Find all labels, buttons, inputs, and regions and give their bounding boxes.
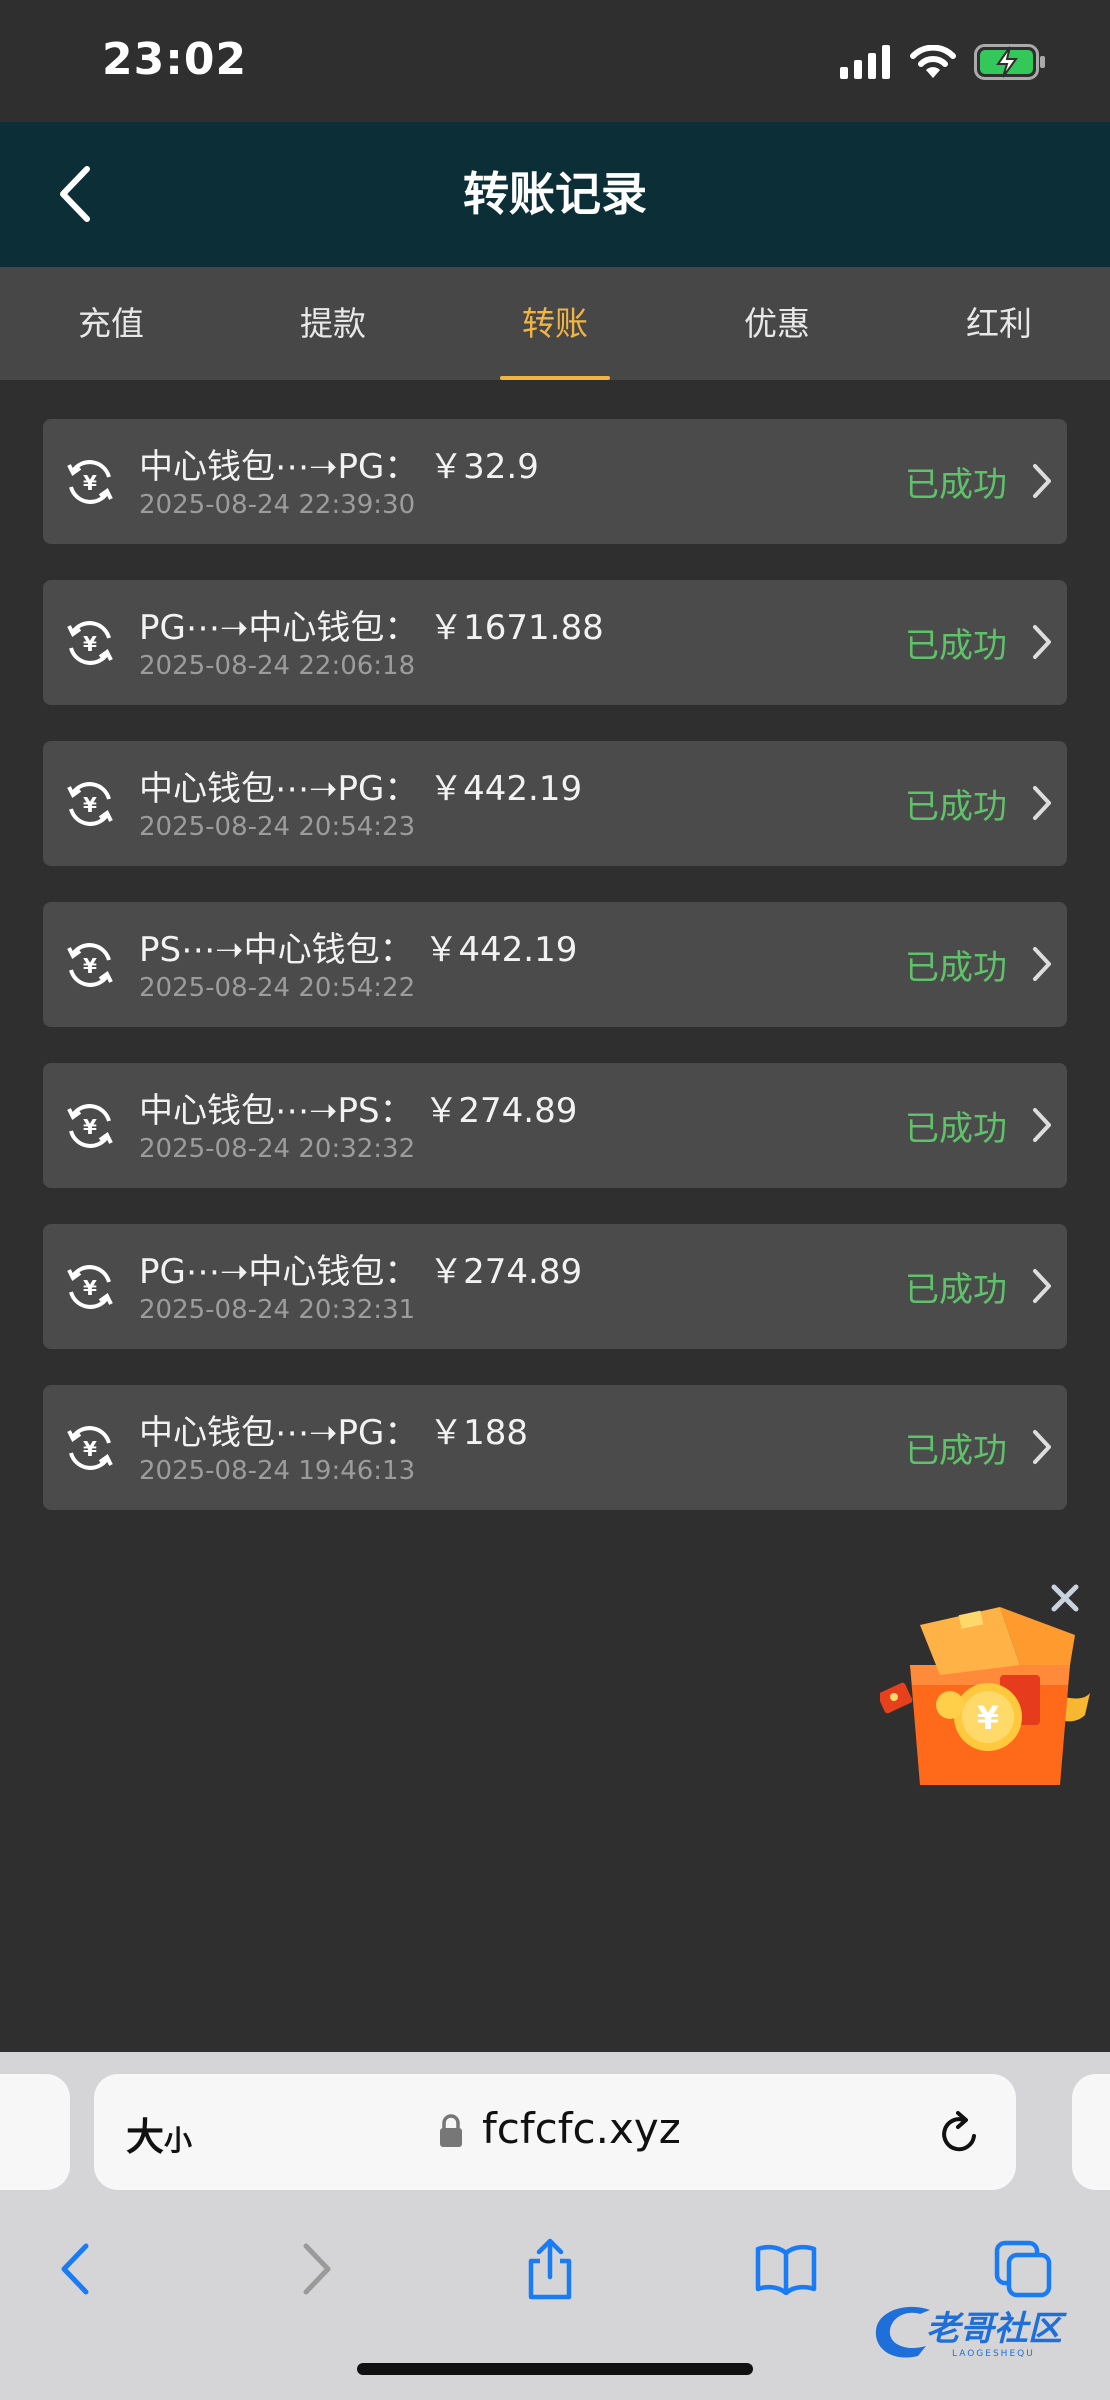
back-button[interactable] — [40, 158, 110, 230]
status-bar: 23:02 — [0, 0, 1110, 122]
chevron-right-icon — [1033, 1269, 1051, 1303]
url-text: fcfcfc.xyz — [482, 2104, 681, 2153]
wifi-icon — [910, 45, 956, 78]
record-time: 2025-08-24 20:54:22 — [139, 973, 416, 1003]
gift-box-icon[interactable]: ¥ — [880, 1605, 1095, 1800]
record-title: 中心钱包⋯➝PG： ￥32.9 — [139, 447, 539, 487]
nav-header: 转账记录 — [0, 122, 1110, 267]
chevron-right-icon — [1033, 1108, 1051, 1142]
svg-text:¥: ¥ — [83, 793, 97, 817]
record-row[interactable]: ¥ PG⋯➝中心钱包： ￥274.89 2025-08-24 20:32:31 … — [43, 1224, 1067, 1349]
record-row[interactable]: ¥ 中心钱包⋯➝PG： ￥442.19 2025-08-24 20:54:23 … — [43, 741, 1067, 866]
svg-text:¥: ¥ — [83, 1115, 97, 1139]
record-row[interactable]: ¥ PS⋯➝中心钱包： ￥442.19 2025-08-24 20:54:22 … — [43, 902, 1067, 1027]
record-title: 中心钱包⋯➝PS： ￥274.89 — [139, 1091, 578, 1131]
share-icon — [528, 2238, 572, 2300]
transfer-record-list: ¥ 中心钱包⋯➝PG： ￥32.9 2025-08-24 22:39:30 已成… — [43, 419, 1067, 1546]
record-title: PG⋯➝中心钱包： ￥274.89 — [139, 1252, 583, 1292]
battery-charging-icon — [974, 44, 1045, 80]
tab-recharge[interactable]: 充值 — [0, 267, 222, 380]
record-status: 已成功 — [905, 1109, 1007, 1149]
tab-bonus[interactable]: 红利 — [888, 267, 1110, 380]
reload-icon[interactable] — [938, 2110, 982, 2156]
site-watermark-logo: 老哥社区 LAOGESHEQU — [875, 2306, 1067, 2359]
record-row[interactable]: ¥ 中心钱包⋯➝PS： ￥274.89 2025-08-24 20:32:32 … — [43, 1063, 1067, 1188]
yuan-transfer-icon: ¥ — [67, 621, 113, 665]
watermark-text: 老哥社区 — [926, 2309, 1067, 2349]
yuan-transfer-icon: ¥ — [67, 943, 113, 987]
yuan-transfer-icon: ¥ — [67, 1265, 113, 1309]
record-time: 2025-08-24 19:46:13 — [139, 1456, 416, 1486]
status-time: 23:02 — [102, 34, 248, 85]
tab-withdraw[interactable]: 提款 — [222, 267, 444, 380]
previous-tab-preview[interactable] — [0, 2074, 70, 2190]
share-button[interactable] — [515, 2234, 585, 2304]
record-title: PS⋯➝中心钱包： ￥442.19 — [139, 930, 578, 970]
record-status: 已成功 — [905, 626, 1007, 666]
tabs-icon — [994, 2240, 1052, 2298]
home-indicator[interactable] — [357, 2363, 753, 2375]
yuan-transfer-icon: ¥ — [67, 782, 113, 826]
record-status: 已成功 — [905, 787, 1007, 827]
signal-icon — [840, 45, 890, 79]
browser-forward-button[interactable] — [282, 2234, 352, 2304]
book-icon — [755, 2244, 817, 2295]
tab-label: 充值 — [78, 304, 144, 343]
tab-transfer[interactable]: 转账 — [444, 267, 666, 380]
text-size-button[interactable]: 大小 — [126, 2106, 192, 2161]
text-size-big: 大 — [126, 2115, 165, 2159]
record-title: 中心钱包⋯➝PG： ￥188 — [139, 1413, 529, 1453]
svg-text:¥: ¥ — [83, 1437, 97, 1461]
watermark-subtext: LAOGESHEQU — [952, 2349, 1035, 2359]
svg-text:¥: ¥ — [977, 1699, 999, 1737]
tabs-button[interactable] — [988, 2234, 1058, 2304]
browser-back-button[interactable] — [40, 2234, 110, 2304]
record-time: 2025-08-24 20:54:23 — [139, 812, 416, 842]
lock-icon — [440, 2114, 462, 2147]
record-type-tabs: 充值 提款 转账 优惠 红利 — [0, 267, 1110, 380]
svg-text:¥: ¥ — [83, 471, 97, 495]
chevron-right-icon — [1033, 786, 1051, 820]
tab-label: 提款 — [300, 304, 366, 343]
chevron-right-icon — [1033, 464, 1051, 498]
chevron-left-icon — [61, 2243, 89, 2295]
tab-promotions[interactable]: 优惠 — [666, 267, 888, 380]
record-title: PG⋯➝中心钱包： ￥1671.88 — [139, 608, 604, 648]
record-time: 2025-08-24 20:32:32 — [139, 1134, 416, 1164]
chevron-right-icon — [1033, 625, 1051, 659]
page-title: 转账记录 — [463, 167, 647, 221]
tab-label: 转账 — [522, 304, 588, 343]
record-status: 已成功 — [905, 1270, 1007, 1310]
svg-text:¥: ¥ — [83, 1276, 97, 1300]
text-size-small: 小 — [164, 2124, 193, 2157]
chevron-left-icon — [60, 166, 90, 222]
record-time: 2025-08-24 22:39:30 — [139, 490, 416, 520]
tab-label: 红利 — [966, 304, 1032, 343]
tab-label: 优惠 — [744, 304, 810, 343]
record-status: 已成功 — [905, 1431, 1007, 1471]
chevron-right-icon — [303, 2243, 331, 2295]
active-tab-indicator — [500, 376, 610, 380]
svg-text:¥: ¥ — [83, 632, 97, 656]
record-row[interactable]: ¥ 中心钱包⋯➝PG： ￥32.9 2025-08-24 22:39:30 已成… — [43, 419, 1067, 544]
svg-text:¥: ¥ — [83, 954, 97, 978]
chevron-right-icon — [1033, 1430, 1051, 1464]
status-icons — [840, 42, 1046, 82]
record-status: 已成功 — [905, 465, 1007, 505]
chevron-right-icon — [1033, 947, 1051, 981]
record-row[interactable]: ¥ PG⋯➝中心钱包： ￥1671.88 2025-08-24 22:06:18… — [43, 580, 1067, 705]
next-tab-preview[interactable] — [1072, 2074, 1110, 2190]
address-bar[interactable]: 大小 fcfcfc.xyz — [94, 2074, 1016, 2190]
yuan-transfer-icon: ¥ — [67, 460, 113, 504]
yuan-transfer-icon: ¥ — [67, 1426, 113, 1470]
record-status: 已成功 — [905, 948, 1007, 988]
record-row[interactable]: ¥ 中心钱包⋯➝PG： ￥188 2025-08-24 19:46:13 已成功 — [43, 1385, 1067, 1510]
record-time: 2025-08-24 22:06:18 — [139, 651, 416, 681]
record-title: 中心钱包⋯➝PG： ￥442.19 — [139, 769, 583, 809]
record-time: 2025-08-24 20:32:31 — [139, 1295, 416, 1325]
bookmarks-button[interactable] — [751, 2234, 821, 2304]
yuan-transfer-icon: ¥ — [67, 1104, 113, 1148]
